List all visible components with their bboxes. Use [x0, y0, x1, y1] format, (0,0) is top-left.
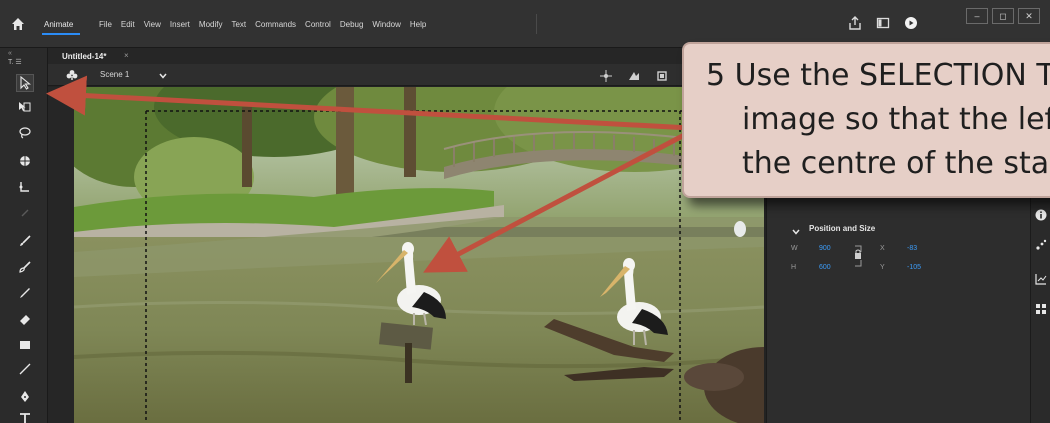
menu-edit[interactable]: Edit [121, 20, 135, 29]
app-name[interactable]: Animate [44, 20, 73, 29]
lock-proportions-icon[interactable] [853, 242, 865, 270]
menu-file[interactable]: File [99, 20, 112, 29]
free-transform-tool-icon[interactable] [16, 204, 34, 222]
workspace-icon[interactable] [876, 15, 890, 31]
test-movie-icon[interactable] [904, 15, 918, 31]
x-label: X [880, 245, 885, 252]
graph-icon[interactable] [1035, 272, 1047, 290]
pencil-tool-icon[interactable] [16, 284, 34, 302]
position-size-section-title[interactable]: Position and Size [809, 224, 875, 233]
line-tool-icon[interactable] [16, 360, 34, 378]
callout-line-3: the centre of the stag [742, 146, 1050, 181]
menu-commands[interactable]: Commands [255, 20, 296, 29]
collapse-toolbar-icon[interactable]: « [8, 50, 12, 57]
toolbar-menu-icon[interactable]: T. ☰ [8, 58, 22, 66]
text-tool-icon[interactable] [16, 410, 34, 423]
share-icon[interactable] [848, 15, 862, 31]
height-value[interactable]: 600 [819, 264, 831, 271]
menu-insert[interactable]: Insert [170, 20, 190, 29]
main-menu: File Edit View Insert Modify Text Comman… [99, 20, 435, 29]
eraser-tool-icon[interactable] [16, 310, 34, 328]
subselection-tool-icon[interactable] [16, 98, 34, 116]
menu-view[interactable]: View [144, 20, 161, 29]
x-value[interactable]: -83 [907, 245, 917, 252]
menu-control[interactable]: Control [305, 20, 331, 29]
stage-gutter [48, 87, 74, 423]
scene-icon [66, 68, 78, 80]
document-tab[interactable]: Untitled-14* [62, 52, 106, 61]
callout-line-2: image so that the left [742, 102, 1050, 137]
scene-label[interactable]: Scene 1 [100, 70, 129, 79]
callout-line-1: 5 Use the SELECTION TO [706, 58, 1050, 93]
menu-debug[interactable]: Debug [340, 20, 364, 29]
scene-bar: Scene 1 [48, 64, 778, 86]
bone-tool-icon[interactable] [16, 178, 34, 196]
info-icon[interactable] [1035, 208, 1047, 226]
y-value[interactable]: -105 [907, 264, 921, 271]
pelican-photo[interactable] [74, 87, 764, 423]
rectangle-tool-icon[interactable] [16, 336, 34, 354]
menu-bar: Animate File Edit View Insert Modify Tex… [0, 0, 1050, 48]
selection-tool-icon[interactable] [16, 74, 34, 92]
edit-symbols-icon[interactable] [628, 69, 640, 87]
stage-tools [600, 69, 668, 87]
height-label: H [791, 264, 797, 271]
app-name-underline [42, 33, 80, 35]
chevron-down-icon[interactable] [791, 224, 801, 235]
menu-text[interactable]: Text [231, 20, 246, 29]
y-label: Y [880, 264, 885, 271]
document-tab-bar: Untitled-14* × [48, 48, 778, 64]
minimize-button[interactable]: – [966, 8, 988, 24]
menu-divider [536, 14, 537, 34]
home-icon[interactable] [10, 16, 26, 32]
window-controls: – ◻ ✕ [966, 8, 1040, 24]
document-tab-close-icon[interactable]: × [124, 51, 129, 60]
components-icon[interactable] [1035, 302, 1047, 320]
maximize-button[interactable]: ◻ [992, 8, 1014, 24]
center-stage-icon[interactable] [600, 69, 612, 87]
menu-help[interactable]: Help [410, 20, 426, 29]
animate-window: Animate File Edit View Insert Modify Tex… [0, 0, 1050, 423]
menu-window[interactable]: Window [372, 20, 400, 29]
motion-presets-icon[interactable] [1035, 238, 1047, 256]
pen-tool-icon[interactable] [16, 388, 34, 406]
chevron-down-icon[interactable] [158, 68, 168, 79]
paint-brush-tool-icon[interactable] [16, 258, 34, 276]
width-value[interactable]: 900 [819, 245, 831, 252]
lasso-tool-icon[interactable] [16, 124, 34, 142]
clip-content-icon[interactable] [656, 69, 668, 87]
stage[interactable] [74, 87, 764, 423]
menu-modify[interactable]: Modify [199, 20, 223, 29]
tools-panel: « T. ☰ [0, 48, 48, 423]
asset-warp-tool-icon[interactable] [16, 152, 34, 170]
brush-tool-icon[interactable] [16, 232, 34, 250]
width-label: W [791, 245, 798, 252]
instruction-callout: 5 Use the SELECTION TO image so that the… [682, 42, 1050, 198]
close-button[interactable]: ✕ [1018, 8, 1040, 24]
